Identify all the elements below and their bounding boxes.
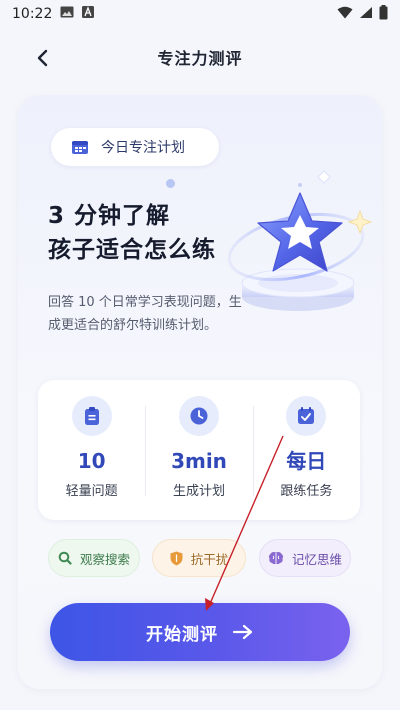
description-text: 回答 10 个日常学习表现问题，生成更适合的舒尔特训练计划。: [48, 295, 242, 333]
brain-icon: [268, 552, 284, 565]
decorative-dot: [166, 179, 175, 188]
chevron-left-icon: [37, 49, 48, 67]
tag-observe-search-label: 观察搜索: [79, 551, 130, 567]
clock-icon: [178, 396, 219, 436]
calendar-icon: [72, 141, 88, 154]
shield-icon: [170, 551, 183, 565]
daily-plan-label: 今日专注计划: [101, 140, 185, 156]
stat-daily: 每日 跟练任务: [252, 380, 360, 520]
status-time: 10:22: [12, 6, 53, 22]
stat-questions: 10 轻量问题: [38, 380, 145, 520]
battery-icon: [379, 4, 388, 24]
skill-tags: 观察搜索 抗干扰 记忆思维: [48, 539, 358, 579]
stats-panel: 10 轻量问题 3min 生成计划 每日 跟练任务: [38, 380, 360, 520]
calendar-check-icon: [286, 396, 327, 436]
stat-time-label: 生成计划: [172, 484, 225, 499]
stat-time: 3min 生成计划: [145, 380, 252, 520]
start-assessment-label: 开始测评: [146, 624, 218, 645]
image-notification-icon: [60, 6, 74, 22]
tag-anti-distraction[interactable]: 抗干扰: [152, 539, 246, 577]
top-bar: 专注力测评: [0, 30, 400, 84]
status-bar: 10:22: [0, 0, 400, 28]
wifi-icon: [337, 6, 353, 23]
back-button[interactable]: [28, 44, 56, 72]
stat-questions-label: 轻量问题: [65, 484, 118, 499]
daily-plan-chip[interactable]: 今日专注计划: [51, 128, 219, 166]
stat-time-value: 3min: [171, 449, 227, 473]
signal-icon: [359, 6, 373, 23]
stat-daily-label: 跟练任务: [280, 484, 333, 499]
start-assessment-button[interactable]: 开始测评: [50, 603, 350, 661]
tag-memory-thinking-label: 记忆思维: [291, 551, 342, 567]
tag-anti-distraction-label: 抗干扰: [190, 551, 229, 567]
assessment-card: 今日专注计划 3 分钟了解 孩子适合怎么练 回答 10 个日常学习表现问题，生成…: [18, 95, 382, 689]
tag-observe-search[interactable]: 观察搜索: [48, 539, 140, 577]
page-title: 专注力测评: [157, 49, 243, 68]
arrow-right-icon: [232, 624, 253, 640]
star-podium-illustration: [228, 170, 373, 311]
clipboard-icon: [71, 396, 112, 436]
search-icon: [58, 551, 72, 565]
tag-memory-thinking[interactable]: 记忆思维: [259, 539, 351, 577]
app-notification-icon: [82, 6, 95, 22]
stat-daily-value: 每日: [286, 449, 327, 473]
stat-questions-value: 10: [77, 449, 106, 473]
